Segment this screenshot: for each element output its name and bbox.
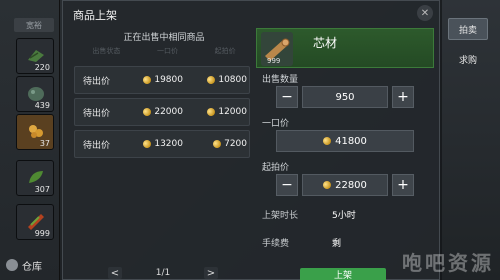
item-qty: 999 [267, 57, 281, 65]
bag-slot[interactable]: 37 [16, 114, 54, 150]
slot-qty: 439 [34, 101, 50, 110]
row-state: 待出价 [83, 108, 111, 119]
row-start: 12000 [183, 106, 247, 118]
duration-value: 5小时 [332, 211, 356, 221]
qty-minus-button[interactable]: − [276, 86, 298, 108]
list-item-button[interactable]: 上架 [300, 268, 386, 280]
table-row[interactable]: 待出价 19800 10800 [74, 66, 250, 94]
coin-icon [142, 74, 153, 86]
pager: < 1/1 > [108, 266, 218, 280]
herb-icon [28, 50, 44, 62]
tab-buy-request[interactable]: 求购 [448, 48, 488, 70]
close-icon[interactable]: ✕ [417, 5, 433, 21]
sell-item-card: 芯材 999 [256, 28, 434, 68]
duration-label: 上架时长 [262, 211, 299, 221]
bag-tab[interactable]: 宽裕 [14, 18, 54, 32]
qty-label: 出售数量 [262, 75, 299, 85]
buyout-value[interactable]: 41800 [276, 130, 414, 152]
coin-icon [142, 106, 153, 118]
slot-qty: 999 [34, 229, 50, 238]
row-state: 待出价 [83, 140, 111, 151]
table-row[interactable]: 待出价 22000 12000 [74, 98, 250, 126]
prev-page-button[interactable]: < [108, 267, 122, 279]
qty-value[interactable]: 950 [302, 86, 388, 108]
fee-row: 手续费 剩 [262, 236, 341, 249]
panel-title: 商品上架 [73, 9, 117, 22]
coin-icon [206, 106, 217, 118]
fee-value: 剩 [332, 239, 342, 249]
bag-slot[interactable]: 439 [16, 76, 54, 112]
header-state: 出售状态 [92, 47, 121, 55]
warehouse-button[interactable]: 仓库 [6, 256, 60, 274]
warehouse-label: 仓库 [22, 261, 42, 273]
row-start: 10800 [183, 74, 247, 86]
page-indicator: 1/1 [155, 268, 171, 278]
bag-slot[interactable]: 220 [16, 38, 54, 74]
buyout-field: 41800 [276, 130, 414, 152]
watermark: 咆吧资源 [402, 251, 494, 275]
start-stepper: − 22800 + [276, 174, 414, 196]
row-buyout: 13200 [119, 138, 183, 150]
side-tabs: 拍卖 求购 [442, 0, 500, 280]
slot-qty: 220 [34, 63, 50, 72]
listing-caption: 正在出售中相同商品 [123, 33, 205, 43]
duration-row: 上架时长 5小时 [262, 208, 356, 221]
row-start: 7200 [183, 138, 247, 150]
slot-qty: 307 [34, 185, 50, 194]
row-state: 待出价 [83, 76, 111, 87]
warehouse-icon [6, 259, 18, 271]
leaf-icon [29, 171, 43, 183]
row-buyout: 22000 [119, 106, 183, 118]
table-row[interactable]: 待出价 13200 7200 [74, 130, 250, 158]
tab-auction[interactable]: 拍卖 [448, 18, 488, 40]
start-minus-button[interactable]: − [276, 174, 298, 196]
header-buyout: 一口价 [156, 47, 178, 55]
start-value[interactable]: 22800 [302, 174, 388, 196]
next-page-button[interactable]: > [203, 267, 218, 279]
item-name: 芯材 [313, 36, 338, 50]
coin-icon [211, 138, 223, 150]
bag-slot[interactable]: 307 [16, 160, 54, 196]
start-label: 起拍价 [262, 163, 290, 173]
bag-strip: 宽裕 220 439 37 307 999 仓库 [0, 0, 60, 280]
qty-stepper: − 950 + [276, 86, 414, 108]
listing-header: 出售状态 一口价 起拍价 [74, 46, 254, 56]
grain-icon [29, 125, 43, 138]
header-start: 起拍价 [214, 47, 236, 55]
ore-icon [28, 87, 44, 101]
row-buyout: 19800 [119, 74, 183, 86]
buyout-label: 一口价 [262, 119, 290, 129]
red-herb-icon [28, 214, 44, 230]
start-plus-button[interactable]: + [392, 174, 414, 196]
coin-icon [142, 138, 153, 150]
bag-slot[interactable]: 999 [16, 204, 54, 240]
qty-plus-button[interactable]: + [392, 86, 414, 108]
coin-icon [321, 135, 333, 147]
coin-icon [321, 179, 333, 191]
fee-label: 手续费 [262, 239, 290, 249]
slot-qty: 37 [39, 139, 50, 148]
coin-icon [206, 74, 217, 86]
listing-table: 待出价 19800 10800 待出价 22000 12000 待出价 1320… [74, 60, 250, 184]
